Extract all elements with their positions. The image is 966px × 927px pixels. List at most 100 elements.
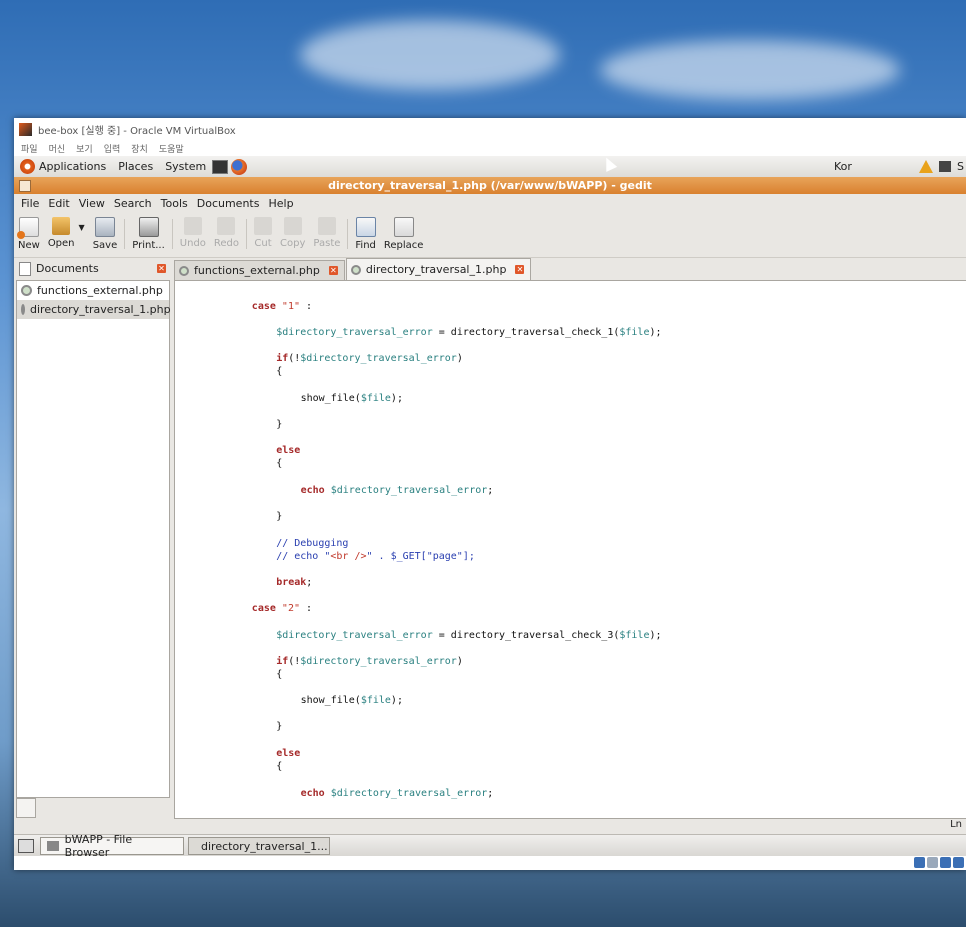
code-token: $directory_traversal_error: [276, 630, 433, 641]
tab-directory-traversal[interactable]: directory_traversal_1.php ✕: [345, 258, 532, 280]
cut-button[interactable]: Cut: [250, 213, 276, 249]
code-line: {: [276, 458, 282, 469]
scissors-icon: [254, 217, 273, 235]
paste-button[interactable]: Paste: [309, 213, 344, 249]
find-button[interactable]: Find: [351, 213, 380, 251]
menu-view[interactable]: View: [79, 197, 105, 210]
vbox-menu-view[interactable]: 보기: [76, 142, 93, 155]
code-token: $directory_traversal_error: [276, 327, 433, 338]
menu-search[interactable]: Search: [114, 197, 152, 210]
code-line: {: [276, 366, 282, 377]
gedit-menubar: File Edit View Search Tools Documents He…: [14, 194, 966, 213]
redo-label: Redo: [213, 238, 240, 249]
code-line: else: [276, 445, 300, 456]
clipboard-icon: [317, 217, 336, 235]
code-line: }: [276, 511, 282, 522]
vbox-menu-devices[interactable]: 장치: [131, 142, 148, 155]
tab-functions-external[interactable]: functions_external.php ✕: [174, 260, 345, 280]
close-tab-icon[interactable]: ✕: [515, 265, 525, 274]
gedit-title: directory_traversal_1.php (/var/www/bWAP…: [328, 179, 652, 192]
replace-icon: [393, 217, 414, 237]
code-token: );: [649, 630, 662, 641]
code-token: :: [299, 301, 313, 312]
line-indicator: Ln: [950, 819, 962, 830]
code-editor[interactable]: case "1" : $directory_traversal_error = d…: [174, 280, 966, 819]
save-button[interactable]: Save: [89, 213, 122, 251]
gedit-statusbar: Ln: [14, 818, 966, 832]
toolbar-separator: [124, 219, 126, 249]
redo-button[interactable]: Redo: [210, 213, 243, 249]
open-recent-dropdown-icon[interactable]: ▼: [79, 223, 85, 232]
panel-session-label[interactable]: S: [957, 160, 964, 173]
usb-icon[interactable]: [940, 857, 951, 868]
code-line: show_file($file);: [301, 695, 403, 706]
vbox-menu-machine[interactable]: 머신: [49, 142, 66, 155]
gnome-bottom-panel: bWAPP - File Browser directory_traversal…: [14, 833, 966, 859]
terminal-launcher-icon[interactable]: [212, 159, 229, 174]
side-panel-documents-tab-icon[interactable]: [16, 798, 36, 818]
new-button[interactable]: New: [14, 213, 44, 251]
code-token: echo: [300, 485, 325, 496]
file-icon: [21, 285, 32, 296]
code-line: else: [276, 748, 300, 759]
panel-places[interactable]: Places: [118, 160, 153, 173]
code-token: );: [390, 393, 403, 404]
code-token: "1": [281, 301, 300, 312]
code-token: ;: [487, 788, 494, 799]
code-line: $directory_traversal_error = directory_t…: [276, 327, 661, 338]
vbox-menu-input[interactable]: 입력: [104, 142, 121, 155]
firefox-launcher-icon[interactable]: [231, 158, 248, 175]
menu-help[interactable]: Help: [268, 197, 293, 210]
open-button[interactable]: Open: [44, 213, 79, 249]
list-item[interactable]: directory_traversal_1.php: [17, 300, 171, 319]
document-name: functions_external.php: [37, 284, 163, 297]
panel-system[interactable]: System: [165, 160, 206, 173]
code-token: {: [276, 669, 283, 680]
code-token: "2": [281, 603, 300, 614]
close-side-panel-icon[interactable]: ✕: [157, 264, 166, 273]
taskbar-item-file-browser[interactable]: bWAPP - File Browser: [40, 833, 184, 859]
file-browser-icon: [47, 841, 59, 851]
magnifier-icon: [355, 217, 376, 237]
show-desktop-icon[interactable]: [18, 839, 34, 853]
vbox-menu-help[interactable]: 도움말: [159, 142, 184, 155]
hard-disk-icon[interactable]: [914, 857, 925, 868]
panel-applications[interactable]: Applications: [39, 160, 106, 173]
code-token: show_file(: [300, 393, 361, 404]
replace-label: Replace: [383, 240, 424, 251]
keyboard-layout-indicator[interactable]: Kor: [834, 160, 852, 173]
network-icon[interactable]: [939, 161, 952, 172]
file-icon: [350, 264, 361, 275]
gnome-top-panel: Applications Places System Kor S: [14, 156, 966, 178]
menu-edit[interactable]: Edit: [48, 197, 69, 210]
replace-button[interactable]: Replace: [380, 213, 428, 251]
vbox-menubar: 파일 머신 보기 입력 장치 도움말: [14, 140, 966, 156]
taskbar-item-gedit[interactable]: directory_traversal_1...: [188, 837, 330, 855]
vbox-menu-file[interactable]: 파일: [21, 142, 38, 155]
code-token: $file: [360, 393, 391, 404]
tab-label: functions_external.php: [194, 264, 320, 277]
menu-file[interactable]: File: [21, 197, 39, 210]
undo-label: Undo: [179, 238, 206, 249]
menu-tools[interactable]: Tools: [161, 197, 188, 210]
code-token: ;: [487, 485, 494, 496]
code-token: if: [276, 353, 289, 364]
undo-button[interactable]: Undo: [176, 213, 210, 249]
code-token: {: [276, 366, 283, 377]
menu-documents[interactable]: Documents: [197, 197, 260, 210]
close-tab-icon[interactable]: ✕: [328, 266, 338, 275]
warning-icon[interactable]: [919, 160, 934, 173]
virtualbox-logo-icon: [19, 122, 32, 136]
code-token: = directory_traversal_check_1(: [432, 327, 620, 338]
list-item[interactable]: functions_external.php: [17, 281, 169, 300]
print-button[interactable]: Print...: [128, 213, 169, 251]
copy-button[interactable]: Copy: [276, 213, 309, 249]
optical-drive-icon[interactable]: [927, 857, 938, 868]
vbox-statusbar: [14, 856, 966, 870]
code-token: echo: [300, 788, 325, 799]
code-token: // Debugging: [276, 538, 349, 549]
code-line: $directory_traversal_error = directory_t…: [276, 630, 661, 641]
desktop-cloud: [600, 40, 900, 100]
network-adapter-icon[interactable]: [953, 857, 964, 868]
code-line: if(!$directory_traversal_error): [276, 656, 463, 667]
